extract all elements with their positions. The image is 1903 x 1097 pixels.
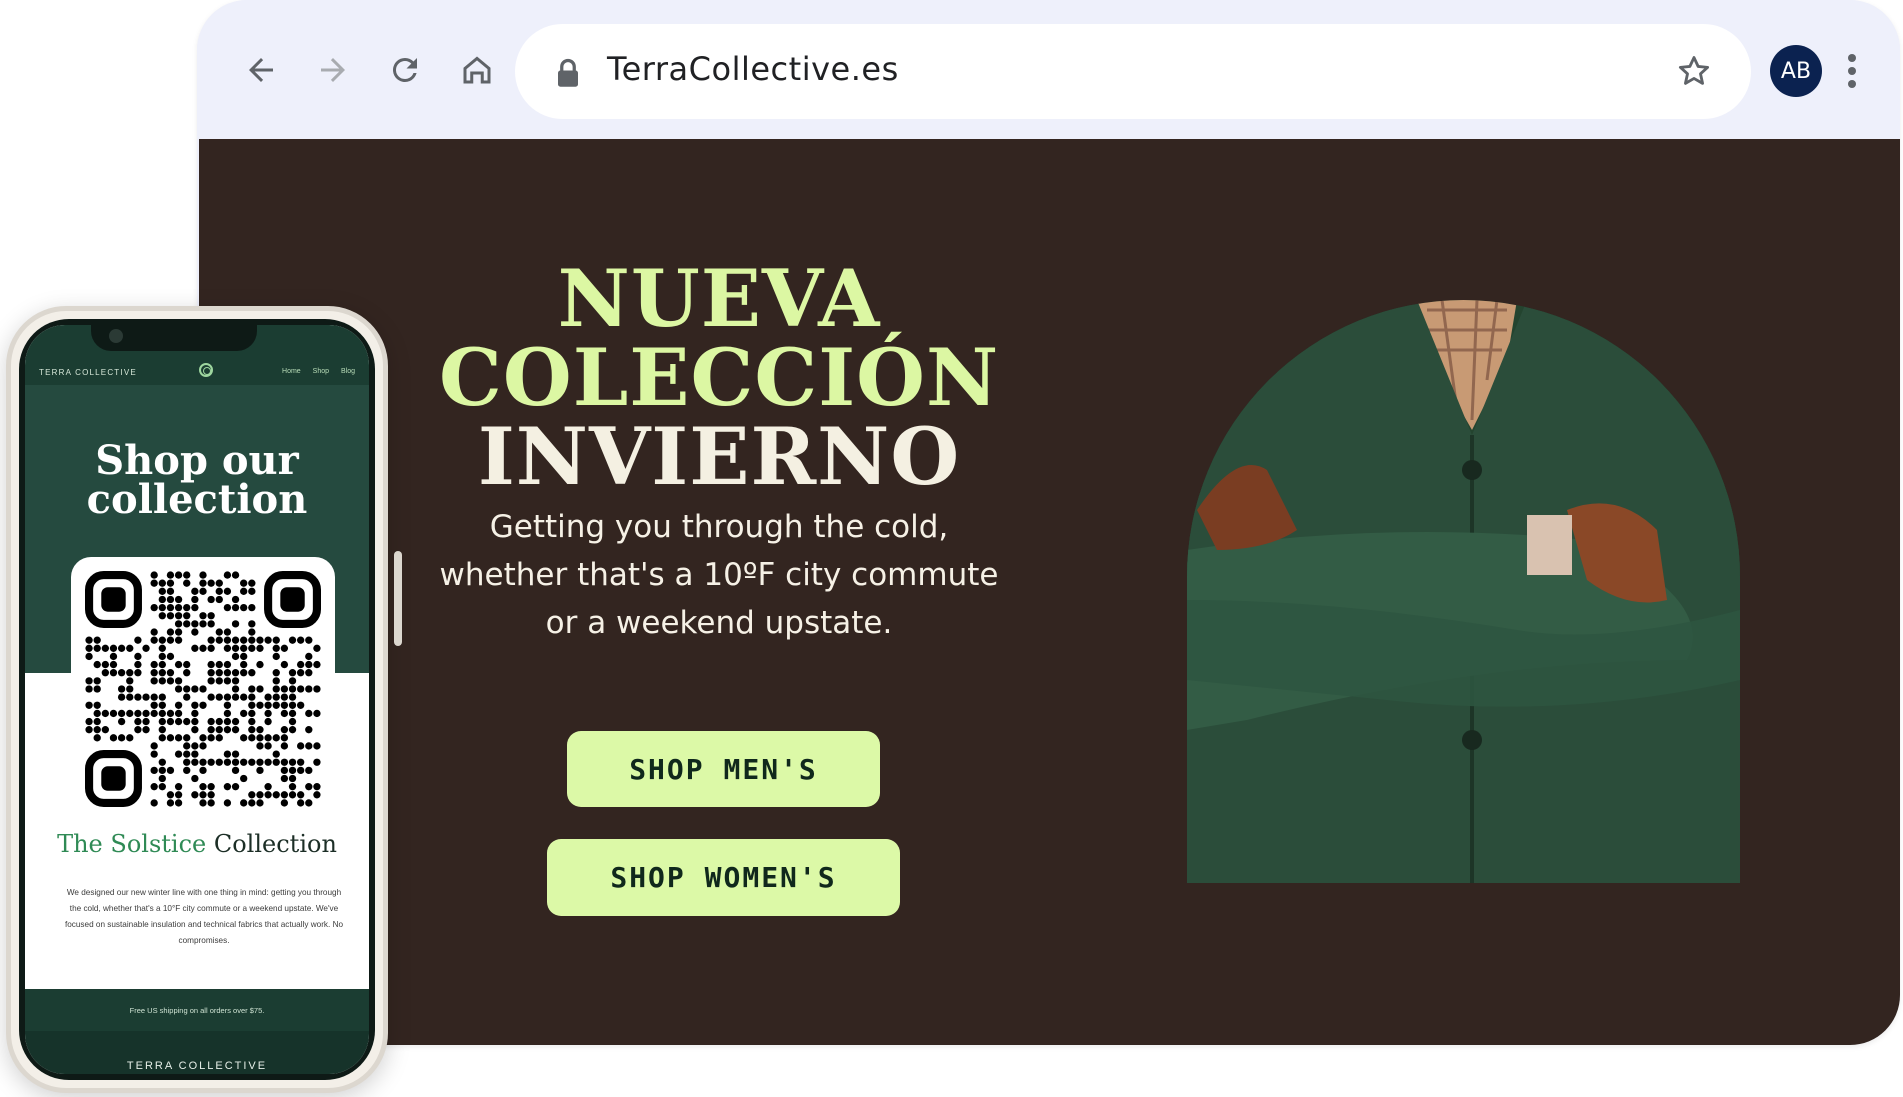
bookmark-star-icon[interactable] [1675,52,1713,90]
hero-title-line1: NUEVA [557,252,881,345]
more-vertical-icon[interactable] [1837,46,1867,96]
camera-icon [109,329,123,343]
hero-title-line3: INVIERNO [477,410,961,503]
phone-notch [91,321,257,351]
mobile-subheading-accent: The Solstice [57,830,207,858]
spiral-logo-icon [199,363,213,377]
mobile-nav-home[interactable]: Home [282,368,301,375]
mobile-heading: Shop our collection [86,437,308,523]
phone-mockup: TERRA COLLECTIVE Home Shop Blog Shop our… [6,306,402,1093]
phone-screen: TERRA COLLECTIVE Home Shop Blog Shop our… [25,325,369,1074]
browser-toolbar: TerraCollective.es AB [197,0,1900,138]
shop-mens-button[interactable]: SHOP MEN'S [567,731,880,807]
webpage-hero: NUEVA COLECCIÓN INVIERNO Getting you thr… [199,139,1900,1045]
qr-code-icon [85,571,321,807]
url-text: TerraCollective.es [607,50,899,88]
shop-womens-button[interactable]: SHOP WOMEN'S [547,839,900,916]
forward-button[interactable] [307,44,359,96]
forward-icon [321,58,345,82]
shipping-banner: Free US shipping on all orders over $75. [25,989,369,1031]
mobile-subheading-rest: Collection [206,830,337,858]
back-icon [249,58,273,82]
reload-button[interactable] [379,44,431,96]
mobile-nav-links: Home Shop Blog [272,368,355,375]
hero-product-image [1187,300,1740,883]
back-button[interactable] [235,44,287,96]
address-bar[interactable]: TerraCollective.es [515,24,1751,119]
mobile-nav-shop[interactable]: Shop [313,368,329,375]
mobile-footer: TERRA COLLECTIVE [25,1031,369,1074]
mobile-brand[interactable]: TERRA COLLECTIVE [39,368,137,377]
hero-title: NUEVA COLECCIÓN INVIERNO [439,259,999,496]
browser-window: TerraCollective.es AB NUEVA COLECCIÓN IN… [197,0,1900,1045]
hero-title-line2: COLECCIÓN [439,331,1000,424]
mobile-subheading: The Solstice Collection [25,830,369,858]
profile-avatar[interactable]: AB [1770,45,1822,97]
mobile-body-text: We designed our new winter line with one… [64,888,344,945]
hero-subtitle: Getting you through the cold, whether th… [439,509,999,641]
qr-code[interactable] [71,557,335,815]
home-button[interactable] [451,44,503,96]
phone-side-button [394,551,402,646]
reload-icon [392,57,417,82]
lock-icon [558,58,578,87]
mobile-nav-blog[interactable]: Blog [341,368,355,375]
home-icon [463,56,491,84]
